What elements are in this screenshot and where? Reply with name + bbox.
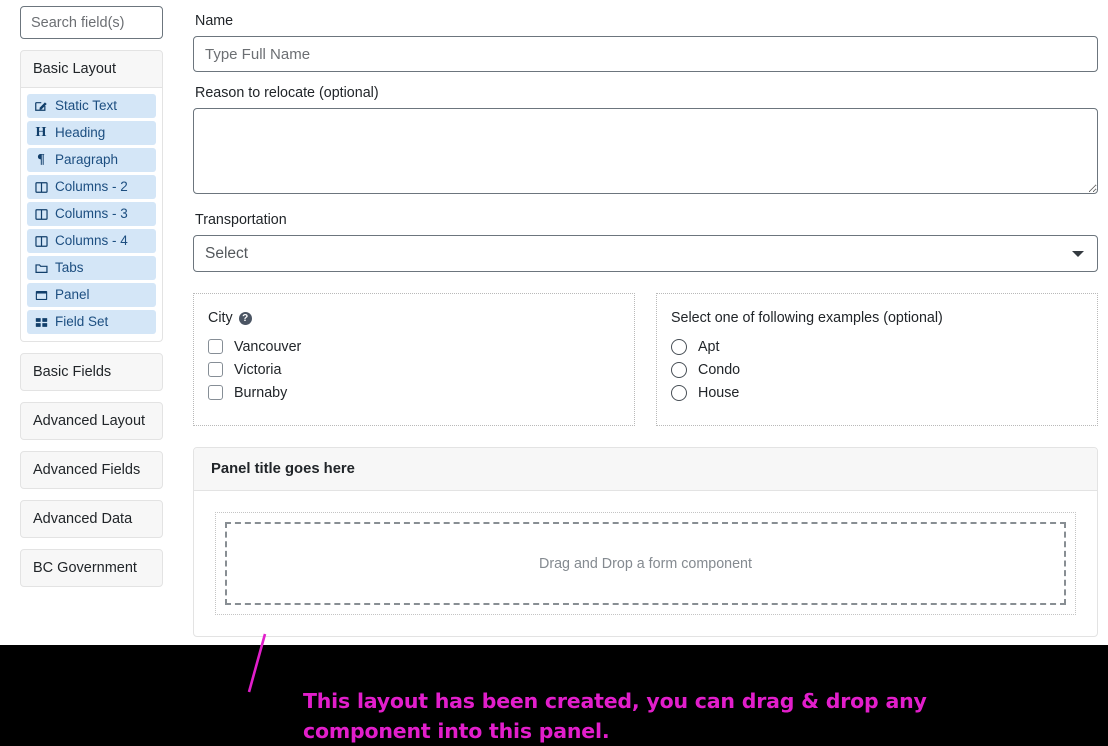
city-column: City ? Vancouver Victoria Burnaby bbox=[193, 293, 635, 426]
component-item-columns-2[interactable]: Columns - 2 bbox=[27, 175, 156, 199]
component-item-paragraph[interactable]: ¶ Paragraph bbox=[27, 148, 156, 172]
examples-label-text: Select one of following examples (option… bbox=[671, 310, 943, 326]
city-label-text: City bbox=[208, 310, 233, 326]
dropzone[interactable]: Drag and Drop a form component bbox=[225, 522, 1066, 605]
dropzone-text: Drag and Drop a form component bbox=[539, 555, 752, 572]
component-item-panel[interactable]: Panel bbox=[27, 283, 156, 307]
transportation-select-value: Select bbox=[205, 244, 249, 262]
component-item-columns-4[interactable]: Columns - 4 bbox=[27, 229, 156, 253]
radio-label[interactable]: Apt bbox=[698, 339, 719, 355]
reason-textarea[interactable] bbox=[193, 108, 1098, 194]
radio-row-apt[interactable]: Apt bbox=[671, 335, 1083, 358]
checkbox-row-vancouver[interactable]: Vancouver bbox=[208, 335, 620, 358]
component-item-label: Panel bbox=[55, 287, 90, 302]
name-input[interactable] bbox=[193, 36, 1098, 72]
radio-label[interactable]: Condo bbox=[698, 362, 740, 378]
component-item-tabs[interactable]: Tabs bbox=[27, 256, 156, 280]
two-column-row: City ? Vancouver Victoria Burnaby Select… bbox=[193, 293, 1098, 426]
component-item-label: Paragraph bbox=[55, 152, 119, 167]
folder-icon bbox=[34, 261, 48, 275]
columns-icon bbox=[34, 234, 48, 248]
component-item-label: Tabs bbox=[55, 260, 84, 275]
component-sidebar: Basic Layout Static Text H Heading bbox=[20, 6, 163, 587]
form-builder-screen: Basic Layout Static Text H Heading bbox=[0, 0, 1108, 746]
radio-condo[interactable] bbox=[671, 361, 687, 378]
chevron-down-icon[interactable] bbox=[1072, 251, 1084, 257]
component-item-label: Columns - 3 bbox=[55, 206, 128, 221]
transportation-select[interactable]: Select bbox=[193, 235, 1098, 272]
sidebar-group-basic-layout: Basic Layout Static Text H Heading ¶ Par… bbox=[20, 50, 163, 342]
annotation-text: This layout has been created, you can dr… bbox=[303, 689, 927, 743]
search-input[interactable] bbox=[20, 6, 163, 39]
checkbox-label[interactable]: Burnaby bbox=[234, 385, 287, 401]
component-item-heading[interactable]: H Heading bbox=[27, 121, 156, 145]
checkbox-victoria[interactable] bbox=[208, 362, 223, 377]
checkbox-row-burnaby[interactable]: Burnaby bbox=[208, 381, 620, 404]
checkbox-burnaby[interactable] bbox=[208, 385, 223, 400]
sidebar-category-bc-government[interactable]: BC Government bbox=[20, 549, 163, 587]
radio-apt[interactable] bbox=[671, 338, 687, 355]
transportation-field-label: Transportation bbox=[195, 212, 287, 228]
sidebar-group-body-basic-layout: Static Text H Heading ¶ Paragraph Column… bbox=[20, 88, 163, 342]
sidebar-category-advanced-data[interactable]: Advanced Data bbox=[20, 500, 163, 538]
component-item-label: Field Set bbox=[55, 314, 109, 329]
radio-house[interactable] bbox=[671, 384, 687, 401]
grid-icon bbox=[34, 315, 48, 329]
help-circle-icon[interactable]: ? bbox=[238, 311, 252, 325]
transportation-select-wrapper: Select bbox=[193, 235, 1098, 272]
annotation-pointer-line bbox=[247, 633, 267, 693]
form-canvas: Name Reason to relocate (optional) Trans… bbox=[193, 0, 1098, 637]
columns-icon bbox=[34, 207, 48, 221]
reason-field-label: Reason to relocate (optional) bbox=[195, 85, 379, 101]
sidebar-category-basic-fields[interactable]: Basic Fields bbox=[20, 353, 163, 391]
radio-label[interactable]: House bbox=[698, 385, 739, 401]
radio-row-condo[interactable]: Condo bbox=[671, 358, 1083, 381]
form-panel: Panel title goes here Drag and Drop a fo… bbox=[193, 447, 1098, 637]
component-item-label: Static Text bbox=[55, 98, 118, 113]
radio-row-house[interactable]: House bbox=[671, 381, 1083, 404]
paragraph-icon: ¶ bbox=[37, 152, 45, 167]
columns-icon bbox=[34, 180, 48, 194]
component-item-label: Heading bbox=[55, 125, 106, 140]
examples-field-label: Select one of following examples (option… bbox=[671, 310, 1083, 326]
checkbox-row-victoria[interactable]: Victoria bbox=[208, 358, 620, 381]
dropzone-outer[interactable]: Drag and Drop a form component bbox=[215, 512, 1076, 615]
component-item-columns-3[interactable]: Columns - 3 bbox=[27, 202, 156, 226]
window-icon bbox=[34, 288, 48, 302]
component-item-label: Columns - 4 bbox=[55, 233, 128, 248]
checkbox-vancouver[interactable] bbox=[208, 339, 223, 354]
city-field-label: City ? bbox=[208, 310, 620, 326]
name-field-label: Name bbox=[195, 13, 234, 29]
sidebar-category-advanced-layout[interactable]: Advanced Layout bbox=[20, 402, 163, 440]
pencil-square-icon bbox=[34, 99, 48, 113]
checkbox-label[interactable]: Vancouver bbox=[234, 339, 301, 355]
sidebar-group-header-basic-layout[interactable]: Basic Layout bbox=[20, 50, 163, 88]
panel-title: Panel title goes here bbox=[194, 448, 1097, 491]
component-item-field-set[interactable]: Field Set bbox=[27, 310, 156, 334]
heading-icon: H bbox=[35, 125, 47, 140]
component-item-label: Columns - 2 bbox=[55, 179, 128, 194]
checkbox-label[interactable]: Victoria bbox=[234, 362, 281, 378]
panel-body: Drag and Drop a form component bbox=[194, 491, 1097, 636]
examples-column: Select one of following examples (option… bbox=[656, 293, 1098, 426]
sidebar-category-advanced-fields[interactable]: Advanced Fields bbox=[20, 451, 163, 489]
component-item-static-text[interactable]: Static Text bbox=[27, 94, 156, 118]
